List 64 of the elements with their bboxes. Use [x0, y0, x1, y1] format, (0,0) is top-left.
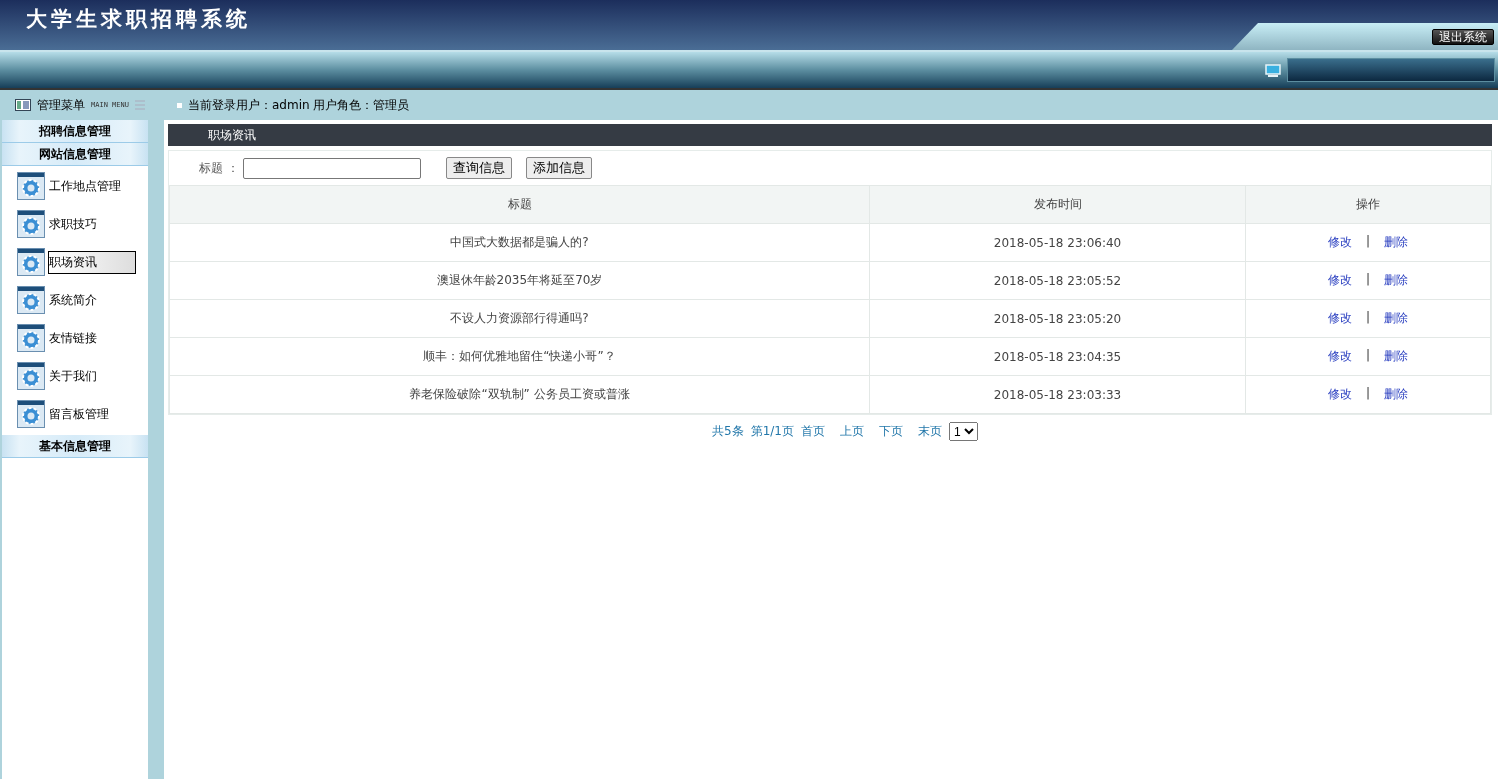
gear-icon	[17, 172, 45, 200]
table-cell: 2018-05-18 23:04:35	[869, 337, 1246, 376]
page-select[interactable]: 1	[948, 422, 978, 441]
action-button[interactable]: 添加信息	[525, 157, 592, 179]
separator: |	[1365, 310, 1370, 326]
action-link[interactable]: 修改	[1327, 272, 1352, 289]
column-header: 标题	[169, 185, 870, 224]
table-cell: 2018-05-18 23:05:20	[869, 299, 1246, 338]
panel-title: 职场资讯	[168, 124, 1492, 146]
gear-icon	[17, 362, 45, 390]
total-count: 共5条	[712, 423, 744, 440]
sidebar-item[interactable]: 友情链接	[48, 326, 136, 350]
separator: |	[1365, 348, 1370, 364]
action-button[interactable]: 查询信息	[445, 157, 512, 179]
sidebar-group[interactable]: 基本信息管理	[2, 435, 148, 458]
action-link[interactable]: 删除	[1384, 310, 1408, 327]
gear-icon	[17, 400, 45, 428]
sidebar-item[interactable]: 求职技巧	[48, 212, 136, 236]
page-link[interactable]: 首页	[800, 423, 825, 440]
table-cell: 养老保险破除“双轨制” 公务员工资或普涨	[169, 375, 870, 414]
page-info: 第1/1页	[750, 423, 794, 440]
table-cell: 2018-05-18 23:05:52	[869, 261, 1246, 300]
sidebar-group[interactable]: 网站信息管理	[2, 143, 148, 166]
action-link[interactable]: 修改	[1327, 348, 1352, 365]
action-link[interactable]: 修改	[1327, 310, 1352, 327]
sidebar-item[interactable]: 留言板管理	[48, 402, 136, 426]
title-input[interactable]	[242, 157, 421, 179]
separator: |	[1365, 386, 1370, 402]
sidebar-item[interactable]: 职场资讯	[48, 250, 136, 274]
logout-button[interactable]: 退出系统	[1432, 28, 1494, 45]
action-link[interactable]: 删除	[1384, 234, 1408, 251]
table-cell: 不设人力资源部行得通吗?	[169, 299, 870, 338]
table-cell: 2018-05-18 23:06:40	[869, 223, 1246, 262]
gear-icon	[17, 324, 45, 352]
system-title: 大学生求职招聘系统	[26, 5, 251, 33]
bullet-icon	[177, 102, 182, 108]
table-cell: 中国式大数据都是骗人的?	[169, 223, 870, 262]
action-link[interactable]: 修改	[1327, 234, 1352, 251]
table-cell: 顺丰：如何优雅地留住“快递小哥”？	[169, 337, 870, 376]
action-link[interactable]: 修改	[1327, 386, 1352, 403]
menu-title: 管理菜单	[37, 96, 85, 114]
action-link[interactable]: 删除	[1384, 348, 1408, 365]
page-link[interactable]: 末页	[917, 423, 942, 440]
table-cell: 澳退休年龄2035年将延至70岁	[169, 261, 870, 300]
page-link[interactable]: 上页	[839, 423, 864, 440]
action-link[interactable]: 删除	[1384, 386, 1408, 403]
gear-icon	[17, 286, 45, 314]
user-info: 当前登录用户：admin 用户角色：管理员	[188, 96, 410, 114]
sidebar-item[interactable]: 工作地点管理	[48, 174, 136, 198]
monitor-icon	[1265, 63, 1281, 77]
separator: |	[1365, 234, 1370, 250]
column-header: 发布时间	[869, 185, 1246, 224]
page-link[interactable]: 下页	[878, 423, 903, 440]
separator: |	[1365, 272, 1370, 288]
gear-icon	[17, 248, 45, 276]
sidebar-item[interactable]: 系统简介	[48, 288, 136, 312]
table-cell: 2018-05-18 23:03:33	[869, 375, 1246, 414]
sidebar-group[interactable]: 招聘信息管理	[2, 120, 148, 143]
gear-icon	[17, 210, 45, 238]
column-header: 操作	[1245, 185, 1491, 224]
action-link[interactable]: 删除	[1384, 272, 1408, 289]
sidebar-item[interactable]: 关于我们	[48, 364, 136, 388]
title-label: 标题 ：	[199, 159, 239, 177]
menu-layout-icon	[15, 99, 31, 111]
